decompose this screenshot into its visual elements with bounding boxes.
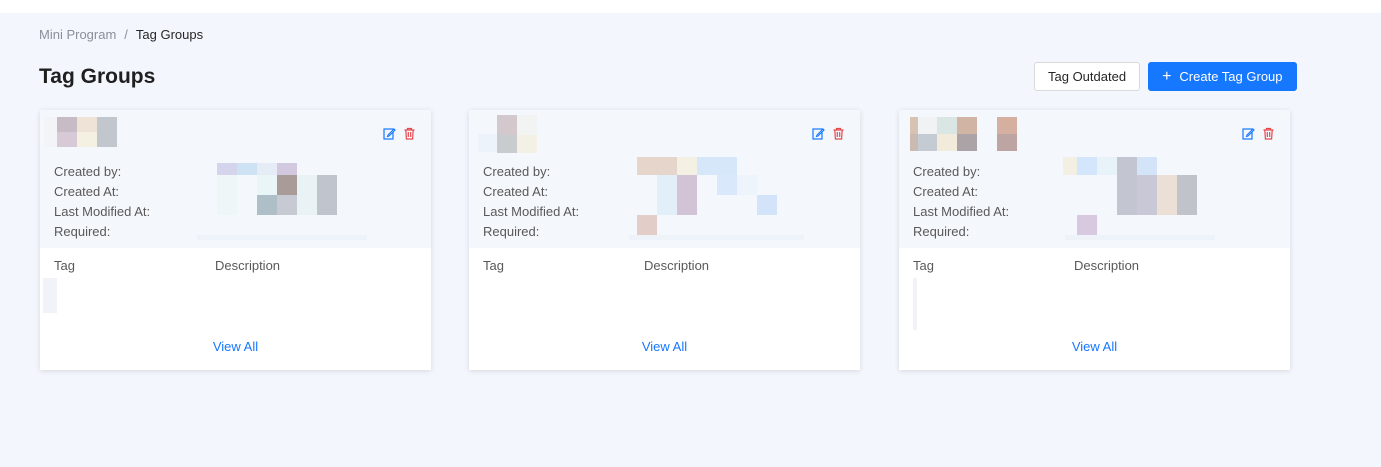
delete-icon[interactable] [403, 127, 416, 140]
created-by-label: Created by: [483, 164, 551, 179]
page-title: Tag Groups [39, 65, 156, 88]
required-label: Required: [483, 224, 540, 239]
redacted-meta-values [217, 163, 237, 175]
last-modified-label: Last Modified At: [54, 204, 151, 219]
tag-outdated-button[interactable]: Tag Outdated [1034, 62, 1141, 91]
column-description: Description [1074, 258, 1140, 273]
card-meta: Created by: Created At: Last Modified At… [54, 162, 150, 242]
tags-table-header: Tag Description [54, 258, 414, 273]
redacted-title [478, 134, 498, 152]
tags-table-header: Tag Description [913, 258, 1273, 273]
create-tag-group-button[interactable]: + Create Tag Group [1148, 62, 1297, 91]
tag-group-card: Created by: Created At: Last Modified At… [469, 110, 860, 370]
card-meta: Created by: Created At: Last Modified At… [913, 162, 1009, 242]
card-header: Created by: Created At: Last Modified At… [40, 110, 431, 248]
column-tag: Tag [483, 258, 504, 273]
breadcrumb-link-mini-program[interactable]: Mini Program [39, 27, 116, 42]
last-modified-label: Last Modified At: [483, 204, 580, 219]
view-all-link[interactable]: View All [40, 339, 431, 354]
column-description: Description [644, 258, 710, 273]
breadcrumb: Mini Program / Tag Groups [39, 27, 203, 42]
plus-icon: + [1162, 67, 1172, 85]
toolbar: Tag Outdated + Create Tag Group [1034, 62, 1297, 91]
redacted-tag-rows [913, 278, 917, 330]
view-all-link[interactable]: View All [899, 339, 1290, 354]
column-description: Description [215, 258, 281, 273]
redacted-tag-rows [43, 278, 57, 313]
view-all-link[interactable]: View All [469, 339, 860, 354]
card-header: Created by: Created At: Last Modified At… [469, 110, 860, 248]
created-by-label: Created by: [54, 164, 122, 179]
required-label: Required: [54, 224, 111, 239]
breadcrumb-separator: / [124, 27, 128, 42]
created-at-label: Created At: [913, 184, 979, 199]
created-by-label: Created by: [913, 164, 981, 179]
redacted-title [910, 117, 918, 134]
edit-icon[interactable] [812, 127, 825, 140]
card-header: Created by: Created At: Last Modified At… [899, 110, 1290, 248]
redacted-title [44, 117, 57, 147]
breadcrumb-current: Tag Groups [135, 27, 204, 42]
edit-icon[interactable] [1242, 127, 1255, 140]
column-tag: Tag [54, 258, 75, 273]
create-tag-group-label: Create Tag Group [1179, 69, 1283, 84]
column-tag: Tag [913, 258, 934, 273]
last-modified-label: Last Modified At: [913, 204, 1010, 219]
delete-icon[interactable] [1262, 127, 1275, 140]
tag-outdated-label: Tag Outdated [1048, 69, 1127, 84]
edit-icon[interactable] [383, 127, 396, 140]
page-content: Mini Program / Tag Groups Tag Groups Tag… [0, 13, 1381, 467]
redacted-meta-values [1063, 157, 1077, 175]
delete-icon[interactable] [832, 127, 845, 140]
redacted-meta-values [637, 157, 677, 175]
created-at-label: Created At: [483, 184, 549, 199]
created-at-label: Created At: [54, 184, 120, 199]
card-actions [383, 127, 416, 140]
card-actions [1242, 127, 1275, 140]
tags-table-header: Tag Description [483, 258, 843, 273]
card-meta: Created by: Created At: Last Modified At… [483, 162, 579, 242]
tag-group-card: Created by: Created At: Last Modified At… [899, 110, 1290, 370]
card-actions [812, 127, 845, 140]
tag-group-card: Created by: Created At: Last Modified At… [40, 110, 431, 370]
required-label: Required: [913, 224, 970, 239]
